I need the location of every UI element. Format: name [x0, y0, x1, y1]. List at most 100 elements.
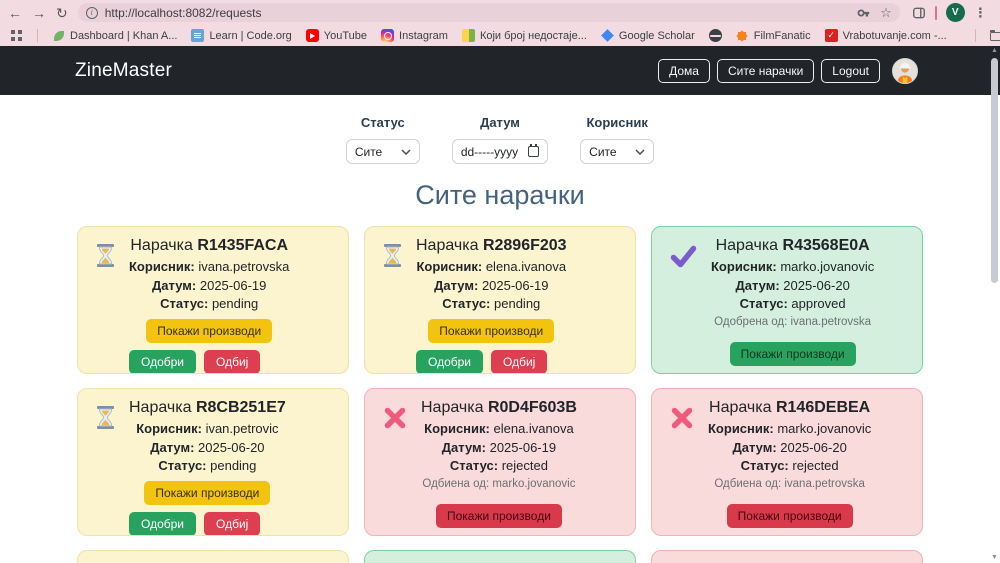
bookmark-quiz[interactable]: Који број недостаје...	[462, 29, 587, 42]
show-products-button[interactable]: Покажи производи	[436, 504, 562, 528]
page-title: Сите нарачки	[0, 180, 1000, 211]
hourglass-icon	[96, 406, 115, 525]
calendar-icon[interactable]	[528, 146, 539, 157]
bookmark-label: YouTube	[324, 30, 367, 42]
order-card: Нарачка R146DEBEA Корисник: marko.jovano…	[651, 388, 923, 536]
order-actions: Одобри Одбиј	[129, 512, 260, 536]
address-bar[interactable]: i http://localhost:8082/requests ☆	[78, 3, 900, 22]
bookmarks-bar: Dashboard | Khan A... Learn | Code.org You…	[0, 25, 1000, 46]
bookmark-star-icon[interactable]: ☆	[880, 5, 892, 21]
order-title: Нарачка R0D4F603B	[421, 398, 577, 417]
page-scrollbar[interactable]: ▲ ▼	[989, 46, 1000, 563]
site-info-icon[interactable]: i	[86, 7, 98, 19]
bookmark-label: Vrabotuvanje.com -...	[843, 30, 947, 42]
order-title: Нарачка R8CB251E7	[129, 398, 286, 417]
bookmark-khan-academy[interactable]: Dashboard | Khan A...	[52, 29, 177, 42]
instagram-icon	[381, 29, 394, 42]
status-filter-value: Сите	[355, 145, 382, 159]
bookmark-instagram[interactable]: Instagram	[381, 29, 448, 42]
extensions-icon[interactable]	[912, 6, 926, 20]
bookmark-label: Који број недостаје...	[480, 30, 587, 42]
order-date-line: Датум: 2025-06-19	[442, 441, 556, 455]
forward-icon[interactable]: →	[32, 6, 46, 20]
order-user-line: Корисник: elena.ivanova	[416, 260, 566, 274]
show-products-button[interactable]: Покажи производи	[144, 481, 270, 505]
bookmark-filmfanatic[interactable]: FilmFanatic	[736, 29, 811, 42]
user-filter-select[interactable]: Сите	[580, 139, 654, 164]
date-filter-input[interactable]: dd-----yyyy	[452, 139, 548, 164]
show-products-button[interactable]: Покажи производи	[730, 342, 856, 366]
browser-toolbar: ← → ↻ i http://localhost:8082/requests ☆…	[0, 0, 1000, 25]
bookmark-google-scholar[interactable]: Google Scholar	[601, 29, 695, 42]
back-icon[interactable]: ←	[8, 6, 22, 20]
url-text[interactable]: http://localhost:8082/requests	[105, 6, 850, 20]
approve-button[interactable]: Одобри	[416, 350, 483, 374]
user-filter-value: Сите	[589, 145, 616, 159]
chevron-down-icon	[635, 149, 645, 155]
filters-row: Статус Сите Датум dd-----yyyy Корисник С…	[0, 115, 1000, 164]
apps-grid-icon[interactable]	[10, 29, 23, 42]
reload-icon[interactable]: ↻	[56, 6, 68, 20]
order-card: Нарачка R2896F203 Корисник: elena.ivanov…	[364, 226, 636, 374]
order-date-line: Датум: 2025-06-20	[732, 441, 846, 455]
navbar-button-сите-нарачки[interactable]: Сите нарачки	[717, 59, 814, 83]
browser-menu-icon[interactable]: ⋮	[974, 5, 987, 21]
chevron-down-icon	[401, 149, 411, 155]
order-decided-by: Одбиена од: ivana.petrovska	[714, 478, 865, 491]
all-bookmarks-button[interactable]: All Bookmarks	[990, 30, 1000, 42]
bookmark-globe[interactable]	[709, 29, 722, 42]
order-user-line: Корисник: ivana.petrovska	[129, 260, 289, 274]
scroll-up-icon[interactable]: ▲	[991, 46, 998, 56]
order-card: Нарачка R0D4F603B Корисник: elena.ivanov…	[364, 388, 636, 536]
bookmark-youtube[interactable]: YouTube	[306, 29, 367, 42]
user-avatar[interactable]	[892, 58, 918, 84]
bookmark-codeorg[interactable]: Learn | Code.org	[191, 29, 291, 42]
bookmark-vrabotuvanje[interactable]: ✓ Vrabotuvanje.com -...	[825, 29, 947, 42]
order-title: Нарачка R1435FACA	[130, 236, 288, 255]
quiz-icon	[462, 29, 475, 42]
reject-button[interactable]: Одбиј	[204, 350, 260, 374]
khan-academy-icon	[52, 29, 65, 42]
order-card: Нарачка R2A0E4DB2 Корисник: Датум: Стату…	[77, 550, 349, 563]
order-user-line: Корисник: marko.jovanovic	[711, 260, 874, 274]
bookmark-label: Learn | Code.org	[209, 30, 291, 42]
navbar-button-дома[interactable]: Дома	[658, 59, 710, 83]
order-status-line: Статус: pending	[158, 459, 256, 473]
reject-button[interactable]: Одбиј	[491, 350, 547, 374]
password-key-icon[interactable]	[857, 6, 871, 20]
folder-icon	[990, 32, 1000, 41]
order-title: Нарачка R146DEBEA	[709, 398, 870, 417]
hourglass-icon	[96, 244, 115, 363]
brand-title[interactable]: ZineMaster	[75, 60, 172, 82]
order-status-line: Статус: pending	[442, 297, 540, 311]
approve-button[interactable]: Одобри	[129, 350, 196, 374]
show-products-button[interactable]: Покажи производи	[428, 319, 554, 343]
order-actions: Одобри Одбиј	[129, 350, 260, 374]
order-title: Нарачка R2896F203	[416, 236, 567, 255]
order-decided-by: Одбиена од: marko.jovanovic	[422, 478, 575, 491]
navbar-button-logout[interactable]: Logout	[821, 59, 880, 83]
app-navbar: ZineMaster Дома Сите нарачки Logout	[0, 46, 1000, 95]
cross-icon	[383, 406, 407, 525]
bookmarks-separator	[37, 29, 38, 42]
approve-button[interactable]: Одобри	[129, 512, 196, 536]
bookmark-label: Instagram	[399, 30, 448, 42]
worker-avatar-icon	[893, 59, 917, 83]
navbar-actions: Дома Сите нарачки Logout	[658, 58, 918, 84]
orders-grid: Нарачка R1435FACA Корисник: ivana.petrov…	[77, 226, 923, 563]
status-filter-select[interactable]: Сите	[346, 139, 420, 164]
bookmarks-separator	[975, 29, 976, 42]
codeorg-icon	[191, 29, 204, 42]
scroll-down-icon[interactable]: ▼	[991, 553, 998, 563]
scrollbar-thumb[interactable]	[991, 58, 998, 283]
globe-icon	[709, 29, 722, 42]
show-products-button[interactable]: Покажи производи	[146, 319, 272, 343]
vrabotuvanje-icon: ✓	[825, 29, 838, 42]
reject-button[interactable]: Одбиј	[204, 512, 260, 536]
show-products-button[interactable]: Покажи производи	[727, 504, 853, 528]
browser-profile-avatar[interactable]: V	[946, 3, 965, 22]
order-status-line: Статус: rejected	[741, 459, 839, 473]
order-user-line: Корисник: ivan.petrovic	[136, 422, 278, 436]
order-user-line: Корисник: marko.jovanovic	[708, 422, 871, 436]
order-date-line: Датум: 2025-06-19	[434, 279, 548, 293]
